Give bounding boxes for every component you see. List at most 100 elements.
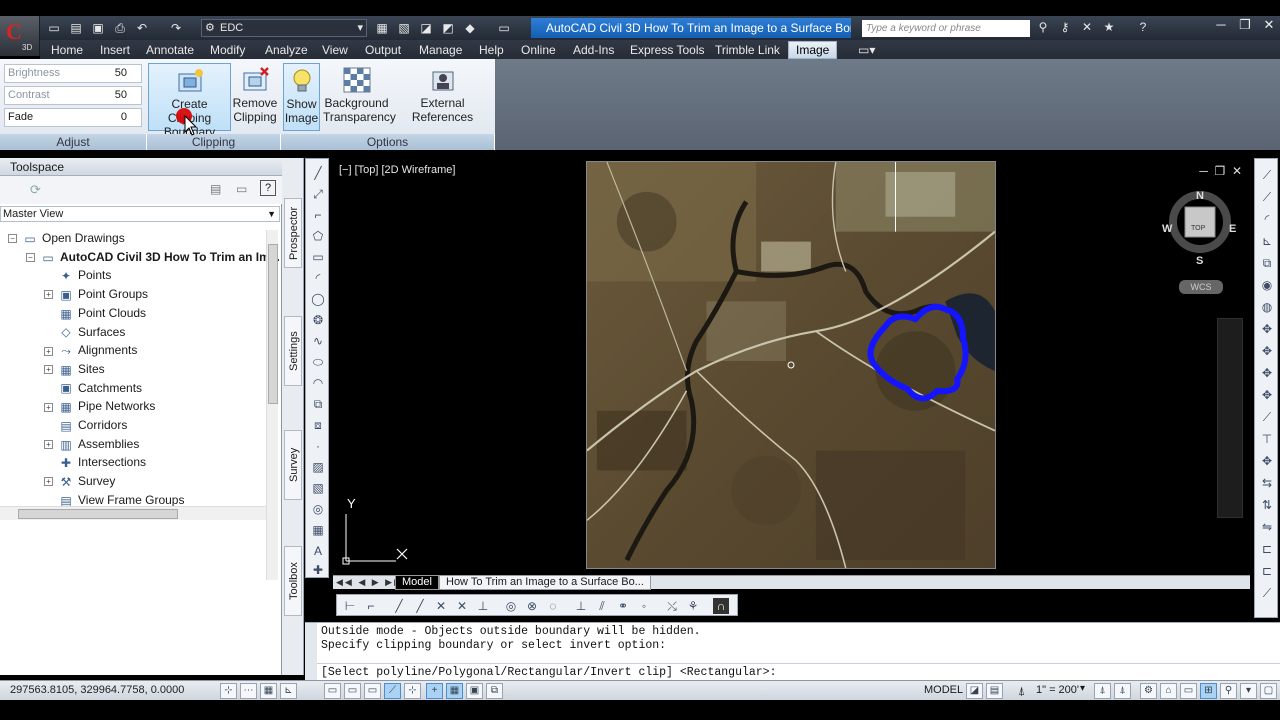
redo-icon[interactable]: ↷ bbox=[168, 20, 184, 36]
compass-west[interactable]: W bbox=[1162, 223, 1172, 235]
layout-nav-arrows[interactable]: ◀◀ ◀ ▶ ▶▶ bbox=[336, 576, 403, 589]
contrast-slider[interactable]: Contrast 50 bbox=[4, 86, 142, 105]
expand-icon[interactable]: + bbox=[44, 365, 53, 375]
table-icon[interactable]: ▦ bbox=[310, 522, 326, 538]
status-menu-icon[interactable]: ▾ bbox=[1240, 683, 1257, 699]
open-icon[interactable]: ▤ bbox=[68, 20, 84, 36]
chamfer-icon[interactable]: ⚭ bbox=[615, 598, 631, 614]
array-icon[interactable]: ✕ bbox=[454, 598, 470, 614]
tab-output[interactable]: Output bbox=[365, 42, 401, 58]
tree-item[interactable]: ✦ Points bbox=[44, 266, 111, 284]
explode-icon[interactable]: ⤯ bbox=[664, 598, 680, 614]
tree-item[interactable]: ▦ Point Clouds bbox=[44, 304, 146, 322]
dim-radius-icon[interactable]: ⧉ bbox=[1259, 255, 1275, 271]
adjust-panel-title[interactable]: Adjust bbox=[0, 134, 147, 150]
layer-icon[interactable]: ◪ bbox=[418, 20, 434, 36]
dim-arc-icon[interactable]: ◜ bbox=[1259, 211, 1275, 227]
viewport-window-controls[interactable]: ─ ❐ ✕ bbox=[1199, 164, 1242, 178]
dim-text-edit-icon[interactable]: ⊏ bbox=[1259, 563, 1275, 579]
restore-icon[interactable]: ❐ bbox=[1234, 17, 1256, 33]
dim-jogged-icon[interactable]: ◉ bbox=[1259, 277, 1275, 293]
tree-item[interactable]: + ▦ Sites bbox=[44, 360, 105, 378]
polar-tracking-icon[interactable]: ▭ bbox=[324, 683, 341, 699]
tab-survey[interactable]: Survey bbox=[284, 430, 302, 500]
clipping-panel-title[interactable]: Clipping bbox=[147, 134, 281, 150]
save-icon[interactable]: ▣ bbox=[90, 20, 106, 36]
quick-view-drawings-icon[interactable]: ▤ bbox=[986, 683, 1003, 699]
move-grip-icon[interactable]: ⊢ bbox=[342, 598, 358, 614]
ellipse-icon[interactable]: ⬭ bbox=[310, 354, 326, 370]
list-view-icon[interactable]: ▭ bbox=[236, 182, 247, 196]
wcs-menu[interactable]: WCS bbox=[1179, 280, 1223, 294]
aerial-image[interactable] bbox=[586, 161, 996, 569]
tab-home[interactable]: Home bbox=[51, 42, 83, 58]
properties-icon[interactable]: ▦ bbox=[374, 20, 390, 36]
star-icon[interactable]: ★ bbox=[1100, 20, 1118, 34]
isolate-objects-icon[interactable]: ⚲ bbox=[1220, 683, 1237, 699]
tab-layout[interactable]: How To Trim an Image to a Surface Bo... bbox=[439, 576, 651, 590]
expand-icon[interactable]: + bbox=[44, 290, 53, 300]
tree-item[interactable]: + ▦ Pipe Networks bbox=[44, 397, 155, 415]
offset-icon[interactable]: ✕ bbox=[433, 598, 449, 614]
exchange-icon[interactable]: ✕ bbox=[1078, 20, 1096, 34]
master-view-select[interactable]: Master View ▼ bbox=[0, 206, 280, 222]
clean-screen-icon[interactable]: ▢ bbox=[1260, 683, 1277, 699]
3d-osnap-icon[interactable]: ▭ bbox=[364, 683, 381, 699]
tab-online[interactable]: Online bbox=[521, 42, 556, 58]
item-view-icon[interactable]: ▤ bbox=[210, 182, 221, 196]
application-menu-button[interactable]: C 3D bbox=[0, 16, 40, 56]
magnet-icon[interactable]: ∩ bbox=[713, 598, 729, 614]
tree-item[interactable]: ▣ Catchments bbox=[44, 379, 142, 397]
object-snap-tracking-icon[interactable]: ⟋ bbox=[384, 683, 401, 699]
tab-image[interactable]: Image bbox=[788, 41, 838, 59]
ribbon-options-icon[interactable]: ▭▾ bbox=[858, 42, 875, 58]
fillet-icon[interactable]: ◦ bbox=[636, 598, 652, 614]
rectangle-icon[interactable]: ▭ bbox=[310, 249, 326, 265]
dim-update-icon[interactable]: ⟋ bbox=[1259, 585, 1275, 601]
arc-icon[interactable]: ◜ bbox=[310, 270, 326, 286]
dim-aligned-icon[interactable]: ⟋ bbox=[1259, 189, 1275, 205]
tree-item[interactable]: ✚ Intersections bbox=[44, 453, 146, 471]
tag-icon[interactable]: ◆ bbox=[462, 20, 478, 36]
tab-settings[interactable]: Settings bbox=[284, 316, 302, 386]
coordinate-readout[interactable]: 297563.8105, 329964.7758, 0.0000 bbox=[10, 684, 184, 696]
print-icon[interactable]: ⎙ bbox=[112, 20, 128, 36]
tab-analyze[interactable]: Analyze bbox=[265, 42, 308, 58]
line-icon[interactable]: ╱ bbox=[310, 165, 326, 181]
ortho-mode-icon[interactable]: ⊾ bbox=[280, 683, 297, 699]
lineweight-icon[interactable]: ▦ bbox=[446, 683, 463, 699]
tree-item[interactable]: − ▭ AutoCAD Civil 3D How To Trim an Im... bbox=[26, 248, 280, 266]
snap-mode-icon[interactable]: ⋯ bbox=[240, 683, 257, 699]
chevron-down-icon[interactable]: ▾ bbox=[1080, 683, 1085, 694]
civil-tools-icon[interactable]: ⊞ bbox=[1200, 683, 1217, 699]
compass-east[interactable]: E bbox=[1229, 223, 1236, 235]
dim-space-icon[interactable]: ⟋ bbox=[1259, 409, 1275, 425]
join-icon[interactable]: ⚘ bbox=[685, 598, 701, 614]
grid-display-icon[interactable]: ▦ bbox=[260, 683, 277, 699]
window-icon[interactable]: ▭ bbox=[496, 20, 512, 36]
tab-add-ins[interactable]: Add-Ins bbox=[573, 42, 614, 58]
scroll-thumb[interactable] bbox=[18, 509, 178, 519]
tree-item[interactable]: + ▣ Point Groups bbox=[44, 285, 148, 303]
hatch-icon[interactable]: ▨ bbox=[310, 459, 326, 475]
spline-icon[interactable]: ∿ bbox=[310, 333, 326, 349]
dim-continue-icon[interactable]: ✥ bbox=[1259, 387, 1275, 403]
scale-icon[interactable]: ◌ bbox=[545, 598, 561, 614]
options-panel-title[interactable]: Options bbox=[281, 134, 495, 150]
search-input[interactable]: Type a keyword or phrase bbox=[862, 20, 1030, 37]
mirror-icon[interactable]: ╱ bbox=[412, 598, 428, 614]
lock-icon[interactable]: ⌂ bbox=[1160, 683, 1177, 699]
ellipse-arc-icon[interactable]: ◠ bbox=[310, 375, 326, 391]
inspect-icon[interactable]: ⇅ bbox=[1259, 497, 1275, 513]
tab-help[interactable]: Help bbox=[479, 42, 504, 58]
undo-icon[interactable]: ↶ bbox=[134, 20, 150, 36]
revcloud-icon[interactable]: ❂ bbox=[310, 312, 326, 328]
insert-block-icon[interactable]: ⧉ bbox=[310, 396, 326, 412]
remove-clipping-button[interactable]: Remove Clipping bbox=[232, 63, 278, 131]
quick-properties-icon[interactable]: ⧉ bbox=[486, 683, 503, 699]
erase-icon[interactable]: ⌐ bbox=[363, 598, 379, 614]
hardware-acceleration-icon[interactable]: ▭ bbox=[1180, 683, 1197, 699]
dim-baseline-icon[interactable]: ✥ bbox=[1259, 365, 1275, 381]
dim-diameter-icon[interactable]: ◍ bbox=[1259, 299, 1275, 315]
expand-icon[interactable]: + bbox=[44, 346, 53, 356]
